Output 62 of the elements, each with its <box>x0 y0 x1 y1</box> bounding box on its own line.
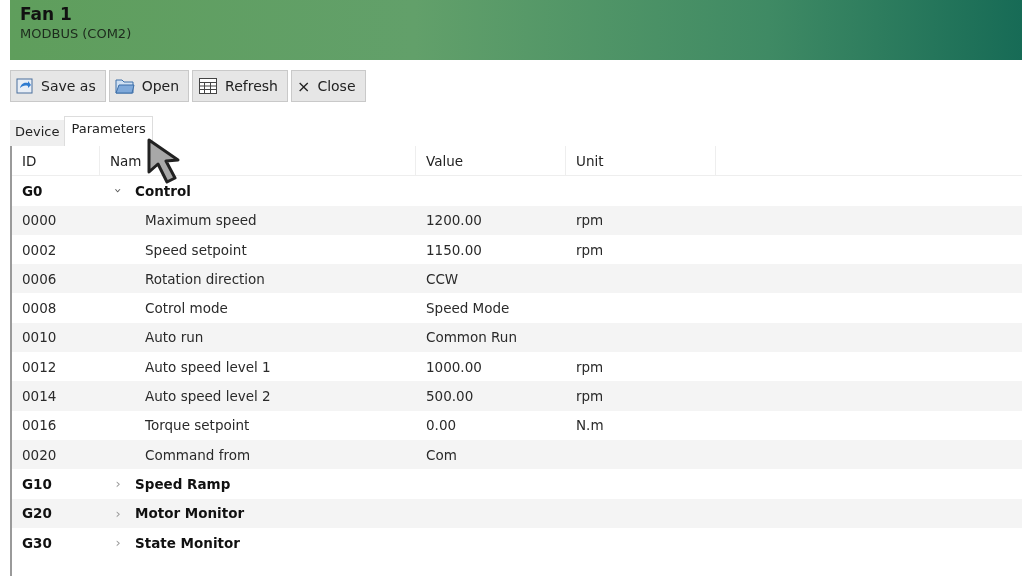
table-cell: CCW <box>426 270 459 287</box>
group-name: Speed Ramp <box>135 475 231 492</box>
close-button[interactable]: × Close <box>290 70 366 102</box>
table-cell-text: 0002 <box>21 241 58 258</box>
save-as-button[interactable]: Save as <box>10 70 106 102</box>
table-icon <box>198 77 219 95</box>
connection-label: MODBUS (COM2) <box>20 25 133 43</box>
group-id: G20 <box>21 505 53 522</box>
table-row[interactable]: G20 › Motor Monitor <box>12 498 1022 528</box>
group-id: G30 <box>21 534 53 551</box>
table-cell: 500.00 <box>426 388 474 404</box>
table-cell-text: 0020 <box>21 446 58 463</box>
group-name: Control <box>135 182 191 199</box>
table-cell-text: 0008 <box>21 300 58 317</box>
close-icon: × <box>296 76 311 96</box>
table-row[interactable]: 0010 Auto run Common Run <box>12 322 1022 353</box>
table-cell-text: 0012 <box>21 358 58 375</box>
table-cell: Speed setpoint <box>145 241 247 258</box>
table-cell: rpm <box>576 241 604 258</box>
table-cell: Auto speed level 2 <box>145 388 271 404</box>
table-cell-text: 0016 <box>21 417 58 434</box>
table-cell-text: 0006 <box>21 270 58 287</box>
group-id: G10 <box>21 475 53 492</box>
table-cell: rpm <box>576 358 604 375</box>
table-cell: Torque setpoint <box>145 417 250 434</box>
table-cell: Rotation direction <box>145 270 265 287</box>
column-header: Value <box>416 146 566 176</box>
table-cell: 1000.00 <box>426 358 482 375</box>
save-icon <box>16 77 34 95</box>
table-cell-text: 0014 <box>21 388 58 404</box>
folder-icon <box>114 77 135 95</box>
tab[interactable]: Parameters <box>64 116 153 146</box>
table-cell: N.m <box>576 417 604 434</box>
table-cell: Command from <box>145 446 251 463</box>
table-cell: Common Run <box>426 329 517 346</box>
collapse-chevron-icon[interactable]: › <box>110 185 126 196</box>
table-cell: rpm <box>576 212 604 229</box>
refresh-button[interactable]: Refresh <box>192 70 288 102</box>
table-cell: 1150.00 <box>426 241 482 258</box>
table-cell: Maximum speed <box>145 212 257 229</box>
table-cell: rpm <box>576 388 604 404</box>
table-row[interactable]: 0014 Auto speed level 2 500.00 rpm <box>12 381 1022 411</box>
window-title: Fan 1 <box>20 4 73 24</box>
table-cell-text: 0010 <box>21 329 58 346</box>
tab[interactable]: Device <box>10 120 65 146</box>
table-cell: Auto run <box>145 329 204 346</box>
open-button[interactable]: Open <box>108 70 190 102</box>
table-cell: Speed Mode <box>426 300 510 317</box>
table-cell: 1200.00 <box>426 212 482 229</box>
group-name: Motor Monitor <box>135 505 245 522</box>
column-header: ID <box>12 146 100 176</box>
table-cell: Com <box>426 446 457 463</box>
table-row[interactable]: 0000 Maximum speed 1200.00 rpm <box>12 205 1022 235</box>
table-row[interactable]: 0020 Command from Com <box>12 439 1022 470</box>
table-row[interactable]: 0006 Rotation direction CCW <box>12 264 1022 294</box>
table-cell: 0.00 <box>426 417 457 434</box>
table-cell: Auto speed level 1 <box>145 358 271 375</box>
table-cell-text: 0000 <box>21 212 58 229</box>
table-cell: Cotrol mode <box>145 300 228 317</box>
group-id: G0 <box>21 182 44 199</box>
column-header: Unit <box>566 146 716 176</box>
group-name: State Monitor <box>135 534 240 551</box>
